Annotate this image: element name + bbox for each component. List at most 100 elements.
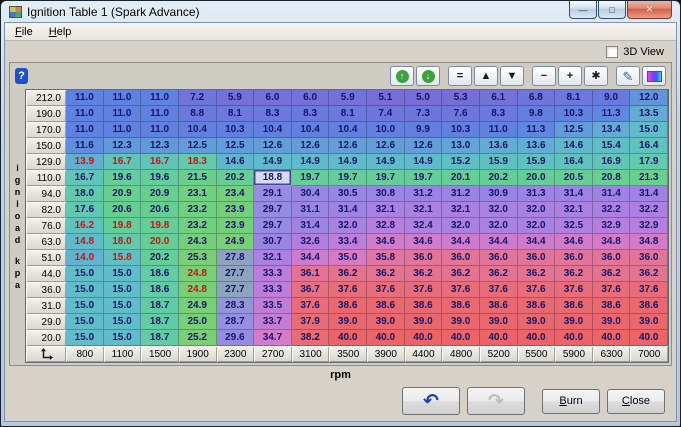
table-cell[interactable]: 31.1 xyxy=(292,202,330,218)
col-header[interactable]: 5500 xyxy=(518,346,556,362)
table-cell[interactable]: 37.6 xyxy=(518,282,556,298)
table-cell[interactable]: 34.8 xyxy=(593,234,631,250)
table-cell[interactable]: 9.8 xyxy=(518,106,556,122)
table-cell[interactable]: 19.6 xyxy=(104,170,142,186)
maximize-button[interactable]: □ xyxy=(598,1,626,19)
table-cell[interactable]: 8.8 xyxy=(179,106,217,122)
axis-swap-button[interactable] xyxy=(26,346,66,362)
col-header[interactable]: 5900 xyxy=(555,346,593,362)
table-cell[interactable]: 23.9 xyxy=(217,218,255,234)
table-cell[interactable]: 7.6 xyxy=(442,106,480,122)
table-cell[interactable]: 11.6 xyxy=(66,138,104,154)
table-cell[interactable]: 40.0 xyxy=(555,330,593,346)
table-cell[interactable]: 29.6 xyxy=(217,330,255,346)
row-header[interactable]: 29.0 xyxy=(26,314,66,330)
table-cell[interactable]: 11.0 xyxy=(66,90,104,106)
table-cell[interactable]: 14.6 xyxy=(555,138,593,154)
table-cell[interactable]: 17.6 xyxy=(66,202,104,218)
table-cell[interactable]: 32.5 xyxy=(555,218,593,234)
table-cell[interactable]: 38.6 xyxy=(630,298,668,314)
table-cell[interactable]: 15.0 xyxy=(104,298,142,314)
table-cell[interactable]: 37.6 xyxy=(630,282,668,298)
table-cell[interactable]: 36.2 xyxy=(405,266,443,282)
table-cell[interactable]: 34.6 xyxy=(405,234,443,250)
table-cell[interactable]: 36.0 xyxy=(555,250,593,266)
table-cell[interactable]: 30.8 xyxy=(367,186,405,202)
table-cell[interactable]: 40.0 xyxy=(593,330,631,346)
table-cell[interactable]: 13.5 xyxy=(630,106,668,122)
table-cell[interactable]: 31.4 xyxy=(329,202,367,218)
table-cell[interactable]: 40.0 xyxy=(480,330,518,346)
table-cell[interactable]: 37.6 xyxy=(593,282,631,298)
table-cell[interactable]: 39.0 xyxy=(367,314,405,330)
table-cell[interactable]: 11.0 xyxy=(141,106,179,122)
table-cell[interactable]: 18.6 xyxy=(141,282,179,298)
table-cell[interactable]: 8.1 xyxy=(329,106,367,122)
table-cell[interactable]: 32.0 xyxy=(480,218,518,234)
row-header[interactable]: 31.0 xyxy=(26,298,66,314)
table-cell[interactable]: 14.9 xyxy=(292,154,330,170)
table-cell[interactable]: 32.1 xyxy=(555,202,593,218)
col-header[interactable]: 4400 xyxy=(405,346,443,362)
table-cell[interactable]: 24.8 xyxy=(179,282,217,298)
col-header[interactable]: 1900 xyxy=(179,346,217,362)
table-cell[interactable]: 6.8 xyxy=(518,90,556,106)
table-cell[interactable]: 36.0 xyxy=(442,250,480,266)
row-header[interactable]: 150.0 xyxy=(26,138,66,154)
table-cell[interactable]: 20.8 xyxy=(593,170,631,186)
table-cell[interactable]: 15.0 xyxy=(104,314,142,330)
table-cell[interactable]: 12.5 xyxy=(217,138,255,154)
table-cell[interactable]: 36.0 xyxy=(593,250,631,266)
table-cell[interactable]: 12.6 xyxy=(367,138,405,154)
table-cell[interactable]: 25.2 xyxy=(179,330,217,346)
table-cell[interactable]: 20.9 xyxy=(141,186,179,202)
table-cell[interactable]: 23.1 xyxy=(179,186,217,202)
table-cell[interactable]: 16.2 xyxy=(66,218,104,234)
table-cell[interactable]: 33.3 xyxy=(254,266,292,282)
increase-bin-button[interactable]: ↑ xyxy=(390,66,414,86)
table-cell[interactable]: 16.7 xyxy=(104,154,142,170)
table-cell[interactable]: 19.8 xyxy=(104,218,142,234)
table-cell[interactable]: 11.3 xyxy=(518,122,556,138)
table-cell[interactable]: 16.4 xyxy=(630,138,668,154)
redo-button[interactable]: ↷ xyxy=(467,387,525,415)
table-cell[interactable]: 23.4 xyxy=(217,186,255,202)
table-cell[interactable]: 15.9 xyxy=(480,154,518,170)
table-cell[interactable]: 14.9 xyxy=(367,154,405,170)
table-cell[interactable]: 23.2 xyxy=(179,218,217,234)
table-cell[interactable]: 15.0 xyxy=(104,282,142,298)
table-cell[interactable]: 29.7 xyxy=(254,218,292,234)
table-cell[interactable]: 38.6 xyxy=(593,298,631,314)
table-cell[interactable]: 32.9 xyxy=(630,218,668,234)
table-cell[interactable]: 15.2 xyxy=(442,154,480,170)
table-cell[interactable]: 36.2 xyxy=(593,266,631,282)
col-header[interactable]: 7000 xyxy=(630,346,668,362)
table-cell[interactable]: 12.3 xyxy=(104,138,142,154)
table-cell[interactable]: 8.1 xyxy=(217,106,255,122)
table-cell[interactable]: 19.7 xyxy=(405,170,443,186)
increment-button[interactable]: + xyxy=(558,66,582,86)
table-cell[interactable]: 32.9 xyxy=(593,218,631,234)
table-cell[interactable]: 33.5 xyxy=(254,298,292,314)
row-header[interactable]: 20.0 xyxy=(26,330,66,346)
table-cell[interactable]: 28.7 xyxy=(217,314,255,330)
table-cell[interactable]: 40.0 xyxy=(367,330,405,346)
col-header[interactable]: 3100 xyxy=(292,346,330,362)
table-cell[interactable]: 20.6 xyxy=(141,202,179,218)
table-cell[interactable]: 32.4 xyxy=(405,218,443,234)
table-cell[interactable]: 34.4 xyxy=(518,234,556,250)
table-cell[interactable]: 15.0 xyxy=(104,330,142,346)
table-cell[interactable]: 13.6 xyxy=(518,138,556,154)
table-cell[interactable]: 5.3 xyxy=(442,90,480,106)
table-cell[interactable]: 34.4 xyxy=(292,250,330,266)
col-header[interactable]: 6300 xyxy=(593,346,631,362)
table-cell[interactable]: 30.7 xyxy=(254,234,292,250)
table-cell[interactable]: 32.2 xyxy=(630,202,668,218)
table-cell[interactable]: 36.2 xyxy=(367,266,405,282)
table-cell[interactable]: 16.7 xyxy=(141,154,179,170)
table-cell[interactable]: 40.0 xyxy=(442,330,480,346)
table-cell[interactable]: 13.6 xyxy=(480,138,518,154)
table-cell[interactable]: 32.0 xyxy=(329,218,367,234)
table-cell[interactable]: 10.4 xyxy=(292,122,330,138)
table-cell[interactable]: 38.6 xyxy=(442,298,480,314)
